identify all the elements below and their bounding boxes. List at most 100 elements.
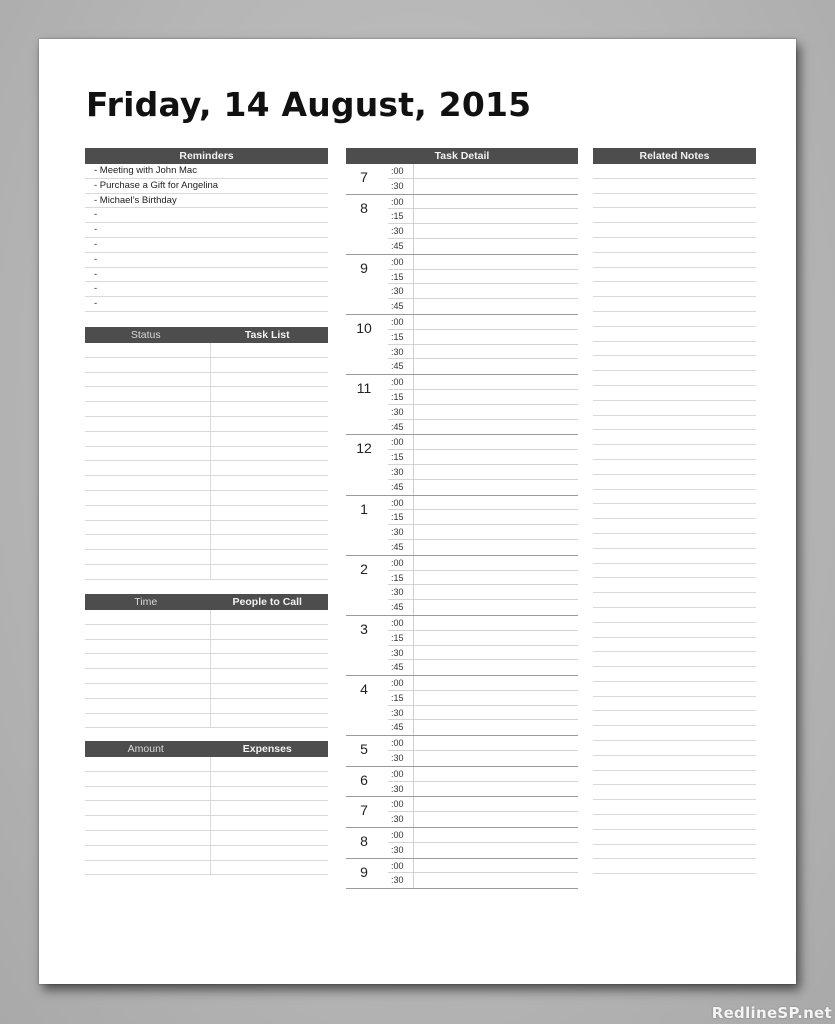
time-slot[interactable]: :00 — [388, 495, 578, 511]
time-slot[interactable]: :45 — [388, 600, 578, 615]
time-slot[interactable]: :30 — [388, 873, 578, 889]
time-slot[interactable]: :00 — [388, 766, 578, 782]
time-slot[interactable]: :45 — [388, 539, 578, 555]
time-slot[interactable]: :45 — [388, 299, 578, 314]
time-slot[interactable]: :30 — [388, 464, 578, 480]
task-list-row[interactable] — [85, 357, 328, 373]
people-to-call-row[interactable] — [85, 639, 328, 655]
related-note-row[interactable] — [593, 771, 756, 786]
related-note-row[interactable] — [593, 268, 756, 283]
related-note-row[interactable] — [593, 859, 756, 875]
task-list-row[interactable] — [85, 564, 328, 580]
time-slot[interactable]: :30 — [388, 645, 578, 661]
task-list-row[interactable] — [85, 476, 328, 491]
task-list-row[interactable] — [85, 461, 328, 477]
time-slot[interactable]: :00 — [388, 676, 578, 691]
related-note-row[interactable] — [593, 416, 756, 431]
related-note-row[interactable] — [593, 430, 756, 446]
reminder-row[interactable]: - Purchase a Gift for Angelina — [85, 179, 328, 194]
people-to-call-row[interactable] — [85, 610, 328, 625]
task-list-row[interactable] — [85, 387, 328, 403]
related-note-row[interactable] — [593, 578, 756, 594]
related-note-row[interactable] — [593, 756, 756, 771]
time-slot[interactable]: :15 — [388, 570, 578, 586]
people-to-call-row[interactable] — [85, 713, 328, 729]
expense-row[interactable] — [85, 830, 328, 846]
time-slot[interactable]: :00 — [388, 164, 578, 179]
related-note-row[interactable] — [593, 593, 756, 608]
related-note-row[interactable] — [593, 179, 756, 194]
time-slot[interactable]: :30 — [388, 705, 578, 721]
people-to-call-row[interactable] — [85, 654, 328, 670]
related-note-row[interactable] — [593, 342, 756, 357]
related-note-row[interactable] — [593, 726, 756, 742]
related-note-row[interactable] — [593, 297, 756, 312]
time-slot[interactable]: :30 — [388, 404, 578, 420]
time-slot[interactable]: :15 — [388, 450, 578, 465]
expense-row[interactable] — [85, 771, 328, 787]
time-slot[interactable]: :00 — [388, 797, 578, 813]
time-slot[interactable]: :30 — [388, 525, 578, 540]
time-slot[interactable]: :45 — [388, 479, 578, 495]
task-list-row[interactable] — [85, 505, 328, 521]
related-note-row[interactable] — [593, 327, 756, 342]
task-list-row[interactable] — [85, 446, 328, 462]
related-note-row[interactable] — [593, 194, 756, 209]
related-note-row[interactable] — [593, 164, 756, 179]
task-list-row[interactable] — [85, 490, 328, 506]
time-slot[interactable]: :30 — [388, 842, 578, 858]
task-list-row[interactable] — [85, 535, 328, 551]
time-slot[interactable]: :00 — [388, 435, 578, 451]
time-slot[interactable]: :30 — [388, 812, 578, 828]
time-slot[interactable]: :15 — [388, 209, 578, 225]
related-note-row[interactable] — [593, 800, 756, 816]
reminder-row[interactable]: - — [85, 208, 328, 224]
time-slot[interactable]: :15 — [388, 269, 578, 285]
task-list-row[interactable] — [85, 520, 328, 536]
reminder-row[interactable]: - — [85, 268, 328, 283]
expense-row[interactable] — [85, 801, 328, 817]
expense-row[interactable] — [85, 860, 328, 876]
related-note-row[interactable] — [593, 815, 756, 830]
time-slot[interactable]: :45 — [388, 419, 578, 435]
related-note-row[interactable] — [593, 208, 756, 224]
related-note-row[interactable] — [593, 371, 756, 386]
task-list-row[interactable] — [85, 372, 328, 388]
related-note-row[interactable] — [593, 475, 756, 490]
reminder-row[interactable]: - — [85, 238, 328, 253]
time-slot[interactable]: :45 — [388, 359, 578, 375]
related-note-row[interactable] — [593, 697, 756, 712]
time-slot[interactable]: :45 — [388, 238, 578, 254]
time-slot[interactable]: :30 — [388, 178, 578, 194]
related-note-row[interactable] — [593, 519, 756, 534]
related-note-row[interactable] — [593, 682, 756, 697]
related-note-row[interactable] — [593, 401, 756, 416]
expense-row[interactable] — [85, 845, 328, 861]
related-note-row[interactable] — [593, 253, 756, 268]
related-note-row[interactable] — [593, 638, 756, 653]
related-note-row[interactable] — [593, 282, 756, 298]
related-note-row[interactable] — [593, 785, 756, 801]
time-slot[interactable]: :15 — [388, 329, 578, 345]
task-list-row[interactable] — [85, 431, 328, 447]
time-slot[interactable]: :15 — [388, 510, 578, 526]
related-note-row[interactable] — [593, 460, 756, 475]
time-slot[interactable]: :15 — [388, 690, 578, 706]
people-to-call-row[interactable] — [85, 624, 328, 640]
related-note-row[interactable] — [593, 356, 756, 372]
people-to-call-row[interactable] — [85, 669, 328, 684]
reminder-row[interactable]: - — [85, 282, 328, 298]
reminder-row[interactable]: - Meeting with John Mac — [85, 164, 328, 179]
related-note-row[interactable] — [593, 623, 756, 638]
time-slot[interactable]: :00 — [388, 828, 578, 843]
task-list-row[interactable] — [85, 550, 328, 565]
people-to-call-row[interactable] — [85, 698, 328, 714]
time-slot[interactable]: :30 — [388, 585, 578, 601]
time-slot[interactable]: :00 — [388, 858, 578, 874]
related-note-row[interactable] — [593, 711, 756, 727]
related-note-row[interactable] — [593, 564, 756, 579]
related-note-row[interactable] — [593, 238, 756, 253]
time-slot[interactable]: :00 — [388, 375, 578, 390]
expense-row[interactable] — [85, 786, 328, 802]
related-note-row[interactable] — [593, 223, 756, 238]
